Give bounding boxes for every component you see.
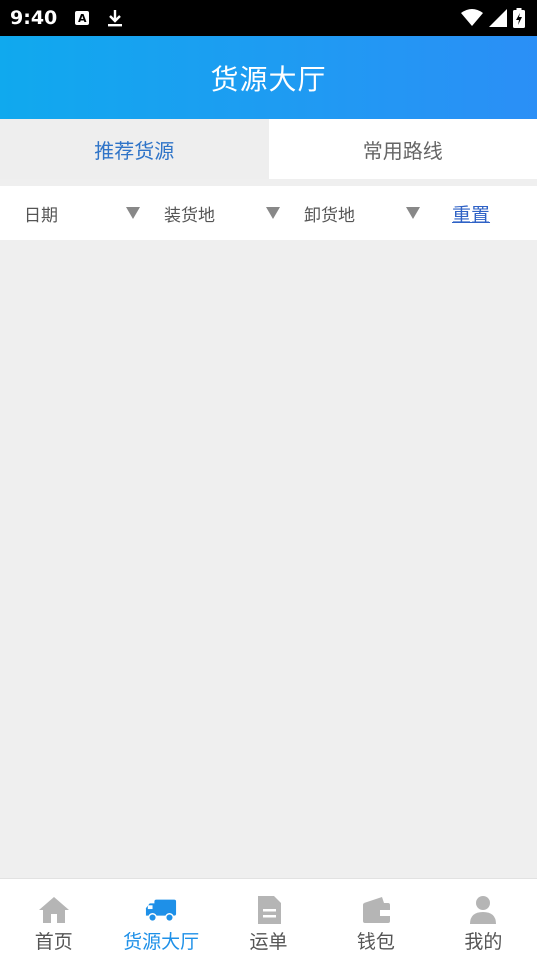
nav-label: 运单: [249, 931, 288, 953]
unload-place-filter-label: 卸货地: [304, 205, 355, 226]
caret-down-icon: [406, 207, 420, 219]
nav-item-mine[interactable]: 我的: [430, 879, 537, 956]
tab-recommended-cargo[interactable]: 推荐货源: [0, 119, 269, 179]
caret-down-icon: [126, 207, 140, 219]
signal-icon: [489, 9, 507, 27]
caret-down-icon: [266, 207, 280, 219]
tab-common-routes[interactable]: 常用路线: [268, 119, 537, 179]
nav-label: 我的: [464, 931, 503, 953]
tab-label: 常用路线: [362, 138, 443, 163]
nav-label: 货源大厅: [123, 931, 200, 953]
app-header: 货源大厅: [0, 36, 537, 119]
wifi-icon: [461, 9, 483, 26]
battery-icon: [513, 8, 525, 28]
wallet-icon: [362, 897, 390, 923]
nav-label: 首页: [34, 931, 73, 953]
status-bar: 9:40 A: [0, 0, 537, 36]
date-filter-dropdown[interactable]: 日期: [24, 201, 164, 226]
download-icon: [108, 10, 123, 27]
tab-bar: 推荐货源 常用路线: [0, 119, 537, 179]
load-place-filter-dropdown[interactable]: 装货地: [164, 201, 304, 226]
tab-label: 推荐货源: [94, 138, 175, 163]
nav-item-home[interactable]: 首页: [0, 879, 107, 956]
status-time: 9:40: [10, 7, 58, 29]
status-icons: [461, 8, 525, 28]
user-icon: [470, 896, 497, 924]
cargo-list[interactable]: [0, 240, 537, 878]
date-filter-label: 日期: [24, 205, 58, 226]
nav-label: 钱包: [356, 931, 395, 953]
load-place-filter-label: 装货地: [164, 205, 215, 226]
filter-bar: 日期 装货地 卸货地 重置: [0, 186, 537, 240]
unload-place-filter-dropdown[interactable]: 卸货地: [304, 201, 444, 226]
nav-item-cargo-hall[interactable]: 货源大厅: [107, 879, 214, 956]
truck-icon: [146, 899, 177, 922]
document-icon: [257, 896, 281, 924]
nav-item-wallet[interactable]: 钱包: [322, 879, 429, 956]
reset-button[interactable]: 重置: [452, 200, 490, 227]
a-badge-icon: A: [75, 11, 90, 25]
bottom-nav: 首页 货源大厅 运单 钱包 我的: [0, 878, 537, 956]
page-title: 货源大厅: [210, 62, 327, 96]
nav-item-waybill[interactable]: 运单: [215, 879, 322, 956]
home-icon: [38, 897, 69, 923]
